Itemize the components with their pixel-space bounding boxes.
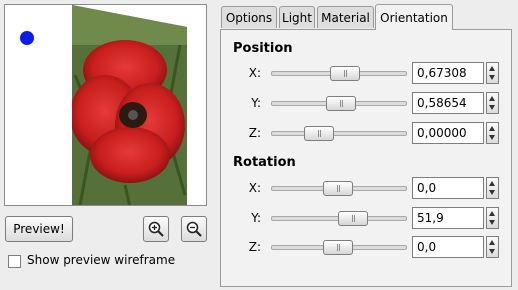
zoom-out-button[interactable]	[181, 216, 207, 242]
rotation-x-slider-handle[interactable]	[323, 181, 353, 196]
rotation-heading: Rotation	[233, 155, 296, 170]
rotation-z-input[interactable]: 0,0	[412, 236, 484, 258]
rotation-z-label: Z:	[248, 240, 261, 254]
tab-light[interactable]: Light	[279, 6, 315, 28]
rotation-y-input[interactable]: 51,9	[412, 207, 484, 229]
tab-options-label: Options	[225, 10, 273, 25]
position-heading: Position	[233, 41, 293, 56]
spin-down-icon[interactable]	[489, 190, 495, 195]
spin-down-icon[interactable]	[489, 220, 495, 225]
tab-orientation-label: Orientation	[380, 10, 448, 25]
position-x-input[interactable]: 0,67308	[412, 62, 484, 84]
position-z-spinner[interactable]	[486, 122, 499, 144]
tab-options[interactable]: Options	[221, 6, 277, 28]
poppy-preview-image	[72, 5, 187, 205]
position-z-label: Z:	[248, 126, 261, 140]
position-y-slider-handle[interactable]	[326, 96, 356, 111]
rotation-y-slider-handle[interactable]	[338, 211, 368, 226]
light-position-dot[interactable]	[20, 31, 34, 45]
position-y-label: Y:	[251, 96, 261, 110]
position-z-input[interactable]: 0,00000	[412, 122, 484, 144]
position-y-input[interactable]: 0,58654	[412, 92, 484, 114]
tab-light-label: Light	[282, 10, 312, 25]
preview-area[interactable]	[4, 4, 207, 206]
show-wireframe-checkbox[interactable]	[8, 255, 21, 268]
position-y-spinner[interactable]	[486, 92, 499, 114]
rotation-x-spinner[interactable]	[486, 177, 499, 199]
rotation-y-label: Y:	[251, 211, 261, 225]
spin-up-icon[interactable]	[489, 66, 495, 71]
position-z-slider-track[interactable]	[271, 131, 407, 136]
spin-up-icon[interactable]	[489, 181, 495, 186]
rotation-x-input[interactable]: 0,0	[412, 177, 484, 199]
spin-down-icon[interactable]	[489, 105, 495, 110]
spin-up-icon[interactable]	[489, 211, 495, 216]
tab-material[interactable]: Material	[317, 6, 374, 28]
rotation-z-slider-handle[interactable]	[323, 240, 353, 255]
tab-material-label: Material	[321, 10, 370, 25]
spin-up-icon[interactable]	[489, 96, 495, 101]
show-wireframe-label[interactable]: Show preview wireframe	[27, 253, 175, 267]
preview-button[interactable]: Preview!	[5, 216, 73, 242]
position-z-slider-handle[interactable]	[304, 126, 334, 141]
zoom-in-button[interactable]	[143, 216, 169, 242]
spin-down-icon[interactable]	[489, 249, 495, 254]
tab-orientation[interactable]: Orientation	[375, 4, 453, 30]
spin-up-icon[interactable]	[489, 240, 495, 245]
spin-down-icon[interactable]	[489, 75, 495, 80]
zoom-in-icon	[148, 221, 164, 237]
position-x-slider-handle[interactable]	[330, 66, 360, 81]
spin-up-icon[interactable]	[489, 126, 495, 131]
zoom-out-icon	[186, 221, 202, 237]
rotation-y-spinner[interactable]	[486, 207, 499, 229]
rotation-x-label: X:	[248, 181, 261, 195]
position-x-label: X:	[248, 66, 261, 80]
position-x-spinner[interactable]	[486, 62, 499, 84]
spin-down-icon[interactable]	[489, 135, 495, 140]
rotation-z-spinner[interactable]	[486, 236, 499, 258]
preview-button-label: Preview!	[13, 222, 65, 236]
